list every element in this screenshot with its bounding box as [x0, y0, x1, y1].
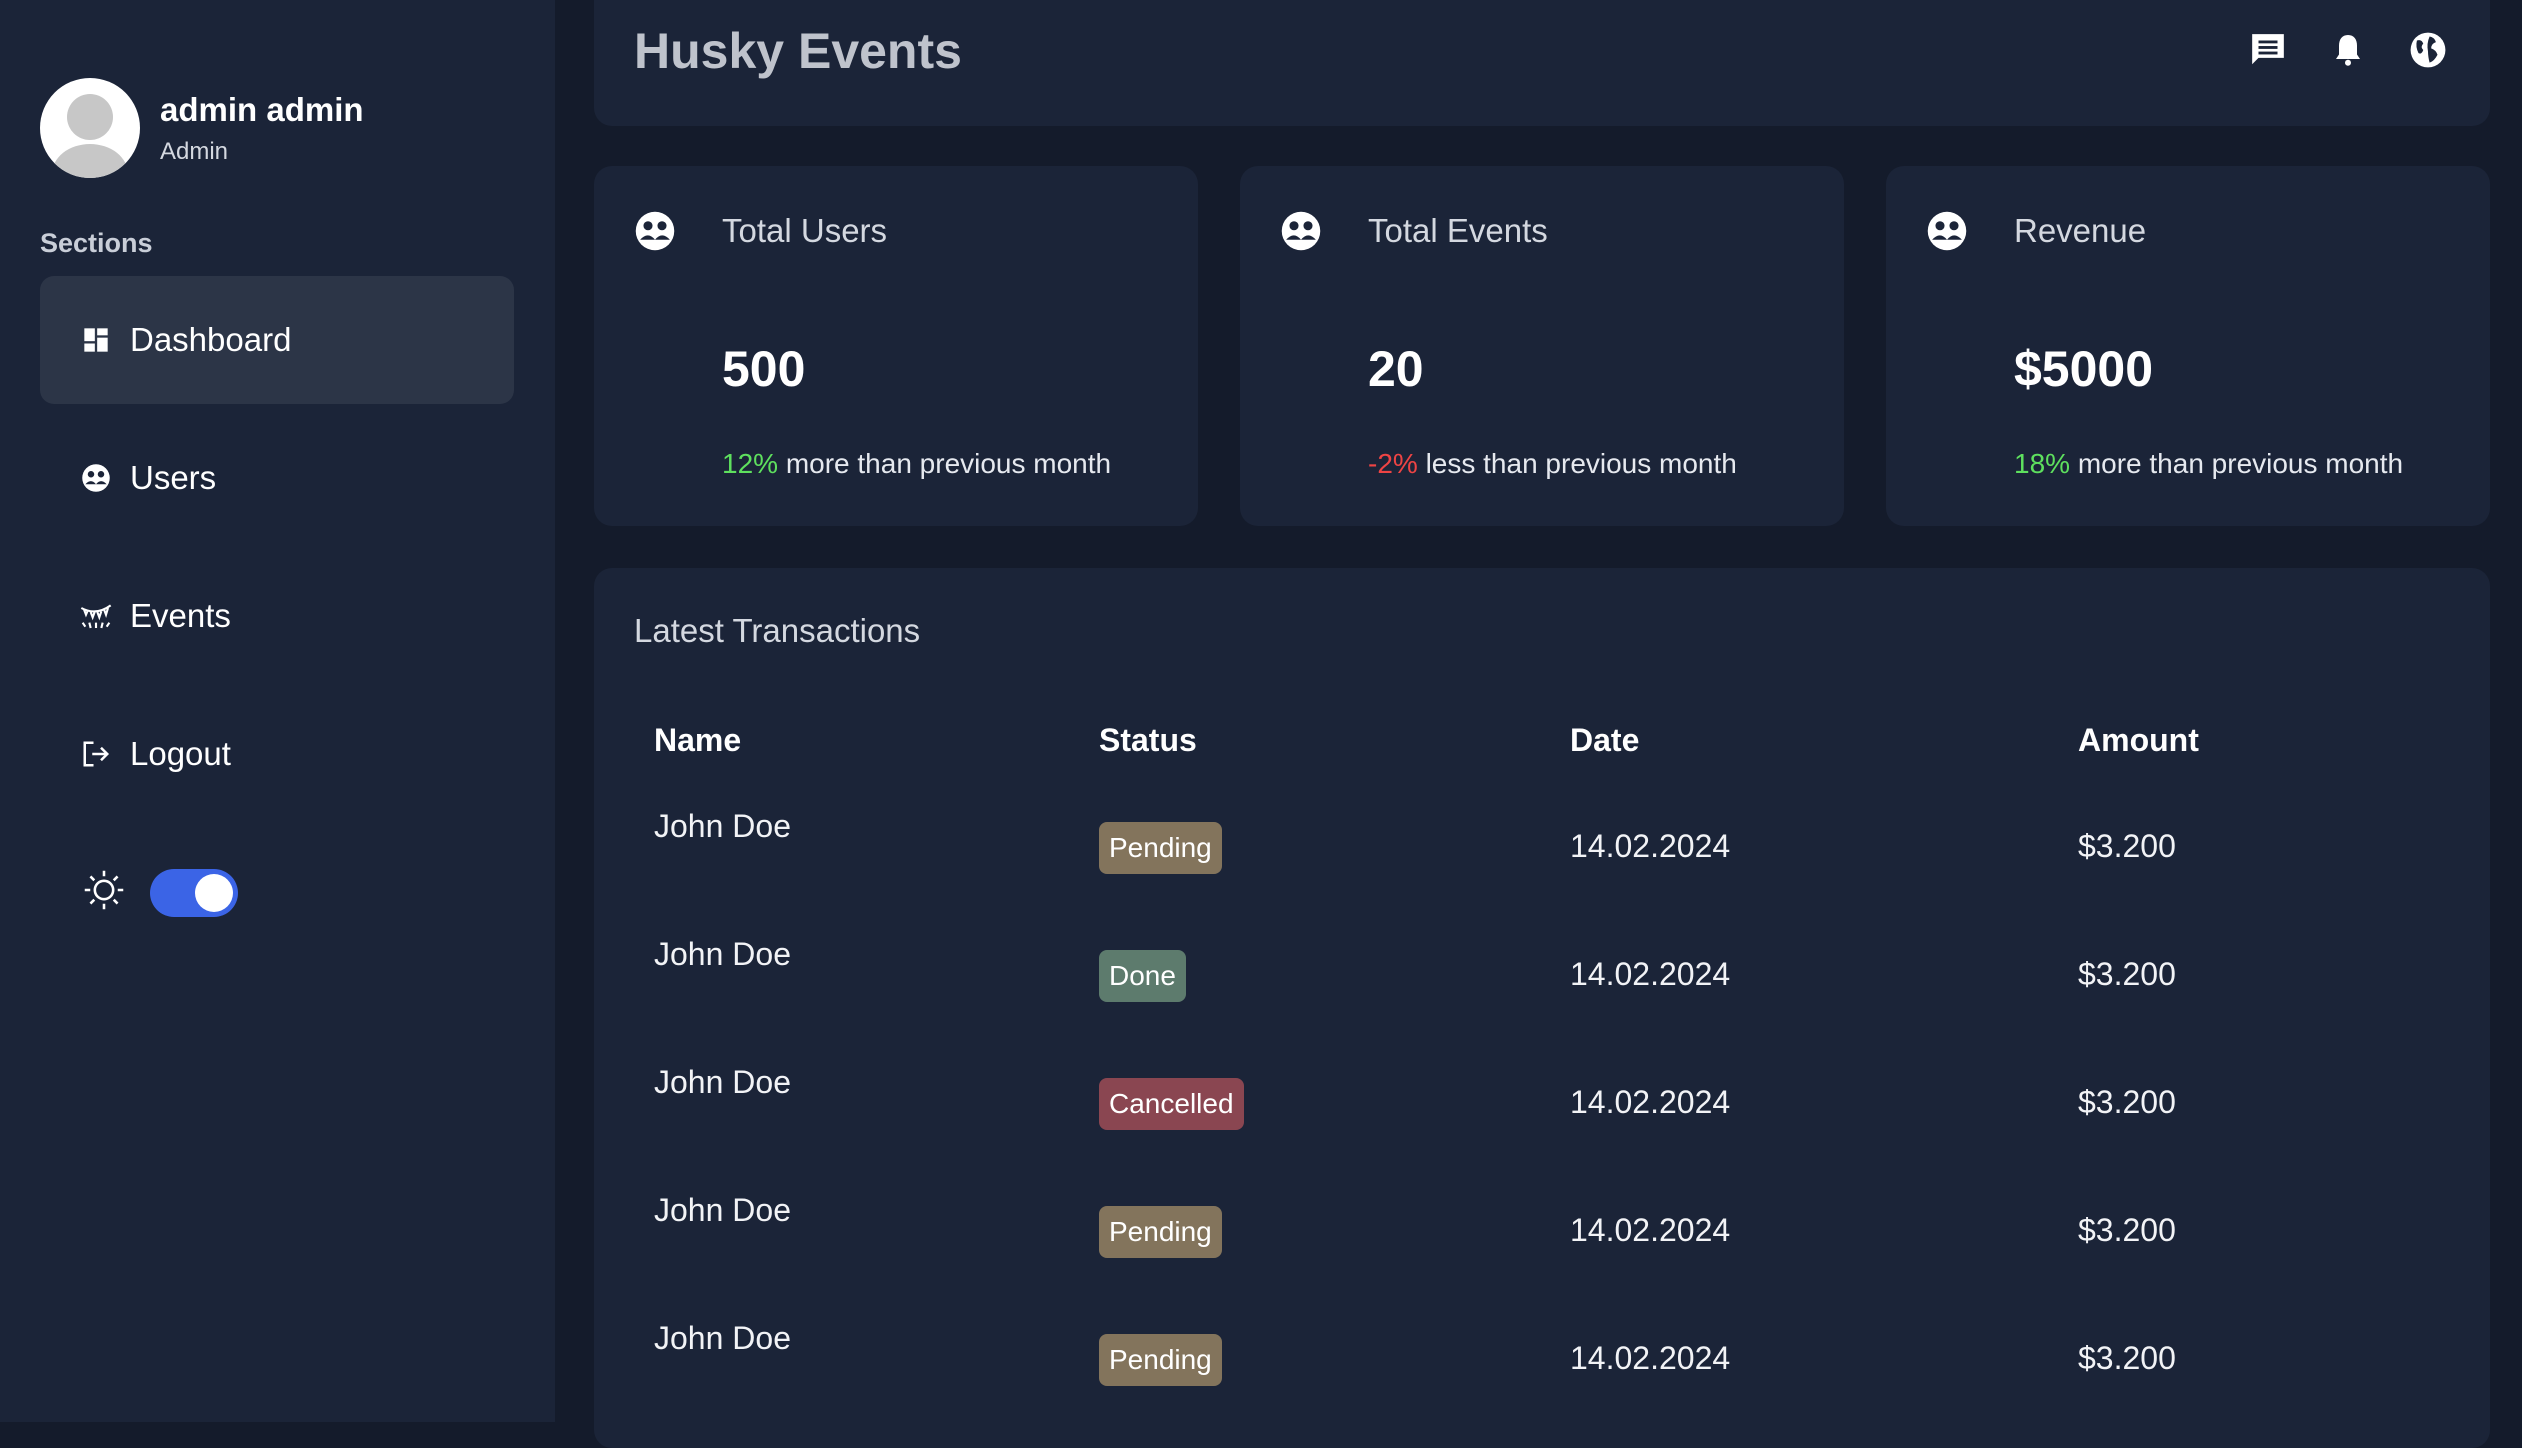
users-icon: [1926, 210, 1968, 252]
transactions-panel: Latest Transactions Name Status Date Amo…: [594, 568, 2490, 1448]
status-badge: Pending: [1099, 1206, 1222, 1258]
stat-card-total-users: Total Users 500 12% more than previous m…: [594, 166, 1198, 526]
status-badge: Pending: [1099, 822, 1222, 874]
status-badge: Cancelled: [1099, 1078, 1244, 1130]
stat-change: 18% more than previous month: [2014, 448, 2403, 480]
chat-icon[interactable]: [2246, 28, 2290, 72]
stat-change-text: more than previous month: [778, 448, 1112, 479]
profile-name: admin admin: [160, 91, 364, 129]
cell-amount: $3.200: [2078, 1212, 2176, 1248]
stat-change-text: less than previous month: [1417, 448, 1737, 479]
stat-change-percent: -2%: [1368, 448, 1418, 479]
column-header-status[interactable]: Status: [1099, 722, 1197, 759]
stat-label: Total Events: [1368, 212, 1548, 249]
column-header-date[interactable]: Date: [1570, 722, 1639, 759]
stat-change-percent: 12%: [722, 448, 779, 479]
top-header: Husky Events: [594, 0, 2490, 126]
stat-label: Revenue: [2014, 212, 2147, 249]
users-icon: [80, 462, 112, 494]
profile-role: Admin: [160, 137, 229, 165]
stat-card-total-events: Total Events 20 -2% less than previous m…: [1240, 166, 1844, 526]
sidebar: admin admin Admin Sections Dashboard Use…: [0, 0, 555, 1422]
users-icon: [634, 210, 676, 252]
toggle-knob: [195, 873, 233, 912]
cell-name: John Doe: [654, 936, 791, 972]
profile: admin admin Admin: [40, 78, 364, 178]
sidebar-item-label: Dashboard: [130, 321, 292, 358]
sun-icon: [82, 868, 126, 917]
cell-amount: $3.200: [2078, 828, 2176, 864]
cell-amount: $3.200: [2078, 1084, 2176, 1120]
sidebar-item-label: Events: [130, 597, 231, 634]
sidebar-item-users[interactable]: Users: [40, 414, 514, 542]
bell-icon[interactable]: [2326, 28, 2370, 72]
dashboard-icon: [80, 324, 112, 356]
users-icon: [1280, 210, 1322, 252]
sidebar-item-logout[interactable]: Logout: [40, 690, 514, 818]
stat-change-text: more than previous month: [2070, 448, 2404, 479]
cell-date: 14.02.2024: [1570, 828, 1731, 864]
events-icon: [80, 600, 112, 632]
sidebar-item-label: Users: [130, 459, 217, 496]
status-badge: Done: [1099, 950, 1186, 1002]
sections-label: Sections: [40, 228, 153, 258]
cell-name: John Doe: [654, 1064, 791, 1100]
theme-switcher: [82, 868, 238, 917]
cell-name: John Doe: [654, 1320, 791, 1356]
sidebar-item-events[interactable]: Events: [40, 552, 514, 680]
cell-name: John Doe: [654, 1192, 791, 1228]
cell-date: 14.02.2024: [1570, 956, 1731, 992]
avatar[interactable]: [40, 78, 140, 178]
stat-value: 20: [1368, 341, 1424, 397]
theme-toggle[interactable]: [150, 868, 238, 917]
sidebar-item-dashboard[interactable]: Dashboard: [40, 276, 514, 404]
stat-value: 500: [722, 341, 806, 397]
cell-date: 14.02.2024: [1570, 1340, 1731, 1376]
transactions-title: Latest Transactions: [634, 612, 921, 649]
app-title: Husky Events: [634, 23, 962, 79]
cell-amount: $3.200: [2078, 1340, 2176, 1376]
cell-date: 14.02.2024: [1570, 1212, 1731, 1248]
cell-date: 14.02.2024: [1570, 1084, 1731, 1120]
stat-change-percent: 18%: [2014, 448, 2071, 479]
stat-label: Total Users: [722, 212, 888, 249]
column-header-name[interactable]: Name: [654, 722, 741, 759]
globe-icon[interactable]: [2406, 28, 2450, 72]
stat-change: 12% more than previous month: [722, 448, 1111, 480]
cell-amount: $3.200: [2078, 956, 2176, 992]
column-header-amount[interactable]: Amount: [2078, 722, 2199, 759]
sidebar-item-label: Logout: [130, 735, 231, 772]
stat-change: -2% less than previous month: [1368, 448, 1737, 480]
logout-icon: [80, 738, 112, 770]
status-badge: Pending: [1099, 1334, 1222, 1386]
stat-card-revenue: Revenue $5000 18% more than previous mon…: [1886, 166, 2490, 526]
cell-name: John Doe: [654, 808, 791, 844]
stat-value: $5000: [2014, 341, 2154, 397]
